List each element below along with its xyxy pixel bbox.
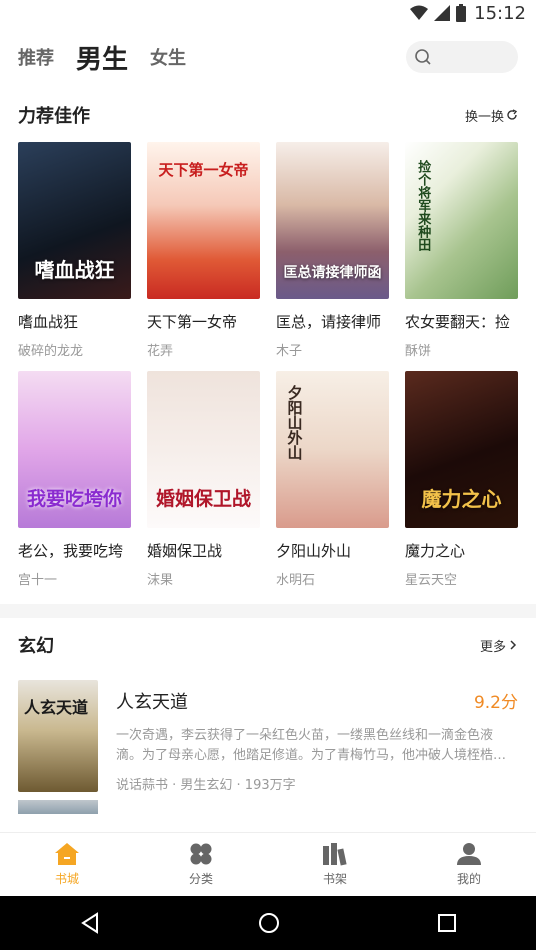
cover-text: 匡总请接律师函 [283, 264, 382, 281]
nav-label: 书城 [54, 872, 79, 886]
book-card[interactable]: 魔力之心 魔力之心 星云天空 [405, 371, 518, 588]
book-title[interactable]: 魔力之心 [405, 540, 518, 561]
cover-text: 魔力之心 [421, 487, 502, 511]
book-cover[interactable]: 天下第一女帝 [147, 142, 260, 299]
book-title[interactable]: 匡总，请接律师 [276, 311, 389, 332]
nav-bookstore[interactable]: 书城 [0, 833, 134, 896]
refresh-label: 换一换 [464, 109, 504, 125]
home-icon [55, 843, 79, 865]
status-icons [410, 4, 467, 22]
list-item-partial[interactable] [0, 800, 536, 814]
book-cover[interactable]: 匡总请接律师函 [276, 142, 389, 299]
top-tabs: 推荐 男生 女生 [0, 26, 536, 88]
book-title[interactable]: 农女要翻天：捡 [405, 311, 518, 332]
book-author: 破碎的龙龙 [18, 344, 84, 359]
book-author: 花弄 [147, 344, 174, 359]
cover-text: 捡个将军来种田 [415, 160, 431, 251]
book-cover[interactable]: 婚姻保卫战 [147, 371, 260, 528]
status-bar: 15:12 [0, 0, 536, 26]
recents-icon[interactable] [437, 913, 457, 933]
category-icon [190, 843, 212, 865]
book-title[interactable]: 天下第一女帝 [147, 311, 260, 332]
tab-female[interactable]: 女生 [150, 44, 186, 70]
recommend-grid: 嗜血战狂 嗜血战狂 破碎的龙龙 天下第一女帝 天下第一女帝 花弄 匡总请接律师函… [0, 142, 536, 588]
book-card[interactable]: 婚姻保卫战 婚姻保卫战 沫果 [147, 371, 260, 588]
refresh-button[interactable]: 换一换 [465, 106, 518, 125]
more-label: 更多 [479, 639, 506, 655]
book-cover[interactable]: 捡个将军来种田 [405, 142, 518, 299]
book-title[interactable]: 嗜血战狂 [18, 311, 131, 332]
back-icon[interactable] [79, 912, 101, 934]
search-icon [415, 49, 431, 65]
search-input[interactable] [406, 41, 518, 73]
nav-label: 我的 [456, 872, 481, 886]
book-title[interactable]: 夕阳山外山 [276, 540, 389, 561]
book-description: 一次奇遇，李云获得了一朵红色火苗，一缕黑色丝线和一滴金色液滴。为了母亲心愿，他踏… [116, 728, 507, 763]
book-card[interactable]: 我要吃垮你 老公，我要吃垮 宫十一 [18, 371, 131, 588]
book-card[interactable]: 捡个将军来种田 农女要翻天：捡 酥饼 [405, 142, 518, 359]
book-cover[interactable]: 人玄天道 [18, 680, 98, 792]
book-cover[interactable] [18, 800, 98, 814]
system-nav-bar [0, 896, 536, 950]
nav-bookshelf[interactable]: 书架 [268, 833, 402, 896]
recommend-section-header: 力荐佳作 换一换 [0, 88, 536, 142]
signal-icon [434, 5, 451, 21]
cover-text: 天下第一女帝 [158, 161, 249, 179]
book-title[interactable]: 老公，我要吃垮 [18, 540, 131, 561]
cover-text: 夕阳山外山 [285, 385, 304, 460]
chevron-right-icon [510, 640, 517, 650]
book-card[interactable]: 天下第一女帝 天下第一女帝 花弄 [147, 142, 260, 359]
book-meta: 说话蒜书 · 男生玄幻 · 193万字 [116, 778, 296, 793]
book-author: 沫果 [147, 573, 174, 588]
cover-text: 婚姻保卫战 [155, 488, 251, 511]
book-author: 宫十一 [18, 573, 58, 588]
home-circle-icon[interactable] [258, 912, 280, 934]
list-item-info: 人玄天道 9.2分 一次奇遇，李云获得了一朵红色火苗，一缕黑色丝线和一滴金色液滴… [116, 680, 518, 793]
book-cover[interactable]: 嗜血战狂 [18, 142, 131, 299]
book-cover[interactable]: 我要吃垮你 [18, 371, 131, 528]
bottom-nav: 书城 分类 书架 我的 [0, 832, 536, 896]
tab-male[interactable]: 男生 [76, 39, 128, 76]
refresh-icon [507, 109, 518, 120]
cover-text: 我要吃垮你 [26, 488, 122, 511]
book-title[interactable]: 人玄天道 [116, 688, 518, 714]
book-author: 水明石 [276, 573, 316, 588]
bookshelf-icon [323, 843, 347, 866]
book-cover[interactable]: 魔力之心 [405, 371, 518, 528]
more-button[interactable]: 更多 [480, 636, 518, 655]
xuanhuan-title: 玄幻 [18, 636, 54, 657]
wifi-icon [410, 5, 429, 20]
cover-text: 嗜血战狂 [34, 258, 115, 282]
book-card[interactable]: 嗜血战狂 嗜血战狂 破碎的龙龙 [18, 142, 131, 359]
xuanhuan-section-header: 玄幻 更多 [0, 618, 536, 672]
book-cover[interactable]: 夕阳山外山 [276, 371, 389, 528]
tab-recommend[interactable]: 推荐 [18, 44, 54, 70]
book-card[interactable]: 夕阳山外山 夕阳山外山 水明石 [276, 371, 389, 588]
nav-category[interactable]: 分类 [134, 833, 268, 896]
cover-text: 人玄天道 [24, 698, 89, 717]
recommend-title: 力荐佳作 [18, 106, 90, 127]
nav-label: 分类 [188, 872, 213, 886]
status-time: 15:12 [474, 2, 526, 24]
list-item[interactable]: 人玄天道 人玄天道 9.2分 一次奇遇，李云获得了一朵红色火苗，一缕黑色丝线和一… [0, 680, 536, 793]
book-author: 酥饼 [405, 344, 432, 359]
book-title[interactable]: 婚姻保卫战 [147, 540, 260, 561]
nav-mine[interactable]: 我的 [402, 833, 536, 896]
battery-icon [456, 4, 467, 22]
user-icon [457, 843, 481, 865]
book-score: 9.2分 [473, 693, 518, 713]
book-card[interactable]: 匡总请接律师函 匡总，请接律师 木子 [276, 142, 389, 359]
book-author: 星云天空 [405, 573, 458, 588]
nav-label: 书架 [322, 872, 347, 886]
section-divider [0, 604, 536, 618]
book-author: 木子 [276, 344, 303, 359]
